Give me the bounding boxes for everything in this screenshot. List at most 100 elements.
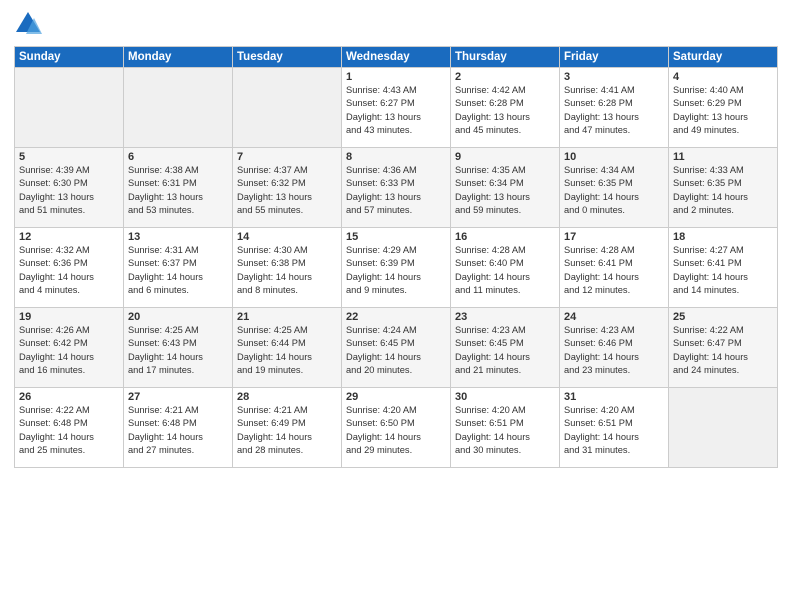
day-cell: 25Sunrise: 4:22 AM Sunset: 6:47 PM Dayli… xyxy=(669,308,778,388)
day-info: Sunrise: 4:22 AM Sunset: 6:47 PM Dayligh… xyxy=(673,324,773,378)
day-number: 23 xyxy=(455,311,555,323)
day-info: Sunrise: 4:23 AM Sunset: 6:46 PM Dayligh… xyxy=(564,324,664,378)
day-number: 26 xyxy=(19,391,119,403)
day-cell: 31Sunrise: 4:20 AM Sunset: 6:51 PM Dayli… xyxy=(560,388,669,468)
day-info: Sunrise: 4:33 AM Sunset: 6:35 PM Dayligh… xyxy=(673,164,773,218)
week-row-2: 5Sunrise: 4:39 AM Sunset: 6:30 PM Daylig… xyxy=(15,148,778,228)
day-info: Sunrise: 4:41 AM Sunset: 6:28 PM Dayligh… xyxy=(564,84,664,138)
day-cell: 13Sunrise: 4:31 AM Sunset: 6:37 PM Dayli… xyxy=(124,228,233,308)
day-number: 22 xyxy=(346,311,446,323)
calendar-header: SundayMondayTuesdayWednesdayThursdayFrid… xyxy=(15,47,778,68)
day-info: Sunrise: 4:39 AM Sunset: 6:30 PM Dayligh… xyxy=(19,164,119,218)
day-number: 21 xyxy=(237,311,337,323)
day-number: 2 xyxy=(455,71,555,83)
day-info: Sunrise: 4:20 AM Sunset: 6:51 PM Dayligh… xyxy=(564,404,664,458)
week-row-4: 19Sunrise: 4:26 AM Sunset: 6:42 PM Dayli… xyxy=(15,308,778,388)
day-cell: 18Sunrise: 4:27 AM Sunset: 6:41 PM Dayli… xyxy=(669,228,778,308)
day-cell: 21Sunrise: 4:25 AM Sunset: 6:44 PM Dayli… xyxy=(233,308,342,388)
page: SundayMondayTuesdayWednesdayThursdayFrid… xyxy=(0,0,792,612)
day-number: 8 xyxy=(346,151,446,163)
day-cell: 29Sunrise: 4:20 AM Sunset: 6:50 PM Dayli… xyxy=(342,388,451,468)
day-number: 25 xyxy=(673,311,773,323)
day-info: Sunrise: 4:21 AM Sunset: 6:48 PM Dayligh… xyxy=(128,404,228,458)
day-cell: 22Sunrise: 4:24 AM Sunset: 6:45 PM Dayli… xyxy=(342,308,451,388)
day-cell: 17Sunrise: 4:28 AM Sunset: 6:41 PM Dayli… xyxy=(560,228,669,308)
header-row: SundayMondayTuesdayWednesdayThursdayFrid… xyxy=(15,47,778,68)
day-cell: 23Sunrise: 4:23 AM Sunset: 6:45 PM Dayli… xyxy=(451,308,560,388)
day-info: Sunrise: 4:31 AM Sunset: 6:37 PM Dayligh… xyxy=(128,244,228,298)
day-cell: 7Sunrise: 4:37 AM Sunset: 6:32 PM Daylig… xyxy=(233,148,342,228)
day-info: Sunrise: 4:23 AM Sunset: 6:45 PM Dayligh… xyxy=(455,324,555,378)
header-cell-thursday: Thursday xyxy=(451,47,560,68)
day-number: 28 xyxy=(237,391,337,403)
day-info: Sunrise: 4:40 AM Sunset: 6:29 PM Dayligh… xyxy=(673,84,773,138)
day-cell: 6Sunrise: 4:38 AM Sunset: 6:31 PM Daylig… xyxy=(124,148,233,228)
logo xyxy=(14,10,46,38)
day-info: Sunrise: 4:21 AM Sunset: 6:49 PM Dayligh… xyxy=(237,404,337,458)
day-info: Sunrise: 4:28 AM Sunset: 6:40 PM Dayligh… xyxy=(455,244,555,298)
day-info: Sunrise: 4:43 AM Sunset: 6:27 PM Dayligh… xyxy=(346,84,446,138)
day-info: Sunrise: 4:34 AM Sunset: 6:35 PM Dayligh… xyxy=(564,164,664,218)
day-number: 11 xyxy=(673,151,773,163)
header-cell-wednesday: Wednesday xyxy=(342,47,451,68)
day-number: 5 xyxy=(19,151,119,163)
day-number: 30 xyxy=(455,391,555,403)
day-number: 19 xyxy=(19,311,119,323)
header-cell-sunday: Sunday xyxy=(15,47,124,68)
day-number: 12 xyxy=(19,231,119,243)
day-cell: 1Sunrise: 4:43 AM Sunset: 6:27 PM Daylig… xyxy=(342,68,451,148)
day-info: Sunrise: 4:42 AM Sunset: 6:28 PM Dayligh… xyxy=(455,84,555,138)
day-info: Sunrise: 4:29 AM Sunset: 6:39 PM Dayligh… xyxy=(346,244,446,298)
day-cell: 2Sunrise: 4:42 AM Sunset: 6:28 PM Daylig… xyxy=(451,68,560,148)
day-number: 9 xyxy=(455,151,555,163)
header-cell-friday: Friday xyxy=(560,47,669,68)
calendar-body: 1Sunrise: 4:43 AM Sunset: 6:27 PM Daylig… xyxy=(15,68,778,468)
day-info: Sunrise: 4:22 AM Sunset: 6:48 PM Dayligh… xyxy=(19,404,119,458)
day-cell: 12Sunrise: 4:32 AM Sunset: 6:36 PM Dayli… xyxy=(15,228,124,308)
day-number: 15 xyxy=(346,231,446,243)
day-info: Sunrise: 4:32 AM Sunset: 6:36 PM Dayligh… xyxy=(19,244,119,298)
day-cell: 24Sunrise: 4:23 AM Sunset: 6:46 PM Dayli… xyxy=(560,308,669,388)
day-number: 17 xyxy=(564,231,664,243)
day-cell: 8Sunrise: 4:36 AM Sunset: 6:33 PM Daylig… xyxy=(342,148,451,228)
day-number: 24 xyxy=(564,311,664,323)
day-cell: 10Sunrise: 4:34 AM Sunset: 6:35 PM Dayli… xyxy=(560,148,669,228)
day-info: Sunrise: 4:28 AM Sunset: 6:41 PM Dayligh… xyxy=(564,244,664,298)
day-info: Sunrise: 4:30 AM Sunset: 6:38 PM Dayligh… xyxy=(237,244,337,298)
day-cell xyxy=(15,68,124,148)
day-number: 14 xyxy=(237,231,337,243)
day-cell: 5Sunrise: 4:39 AM Sunset: 6:30 PM Daylig… xyxy=(15,148,124,228)
header-cell-monday: Monday xyxy=(124,47,233,68)
day-number: 6 xyxy=(128,151,228,163)
day-cell: 28Sunrise: 4:21 AM Sunset: 6:49 PM Dayli… xyxy=(233,388,342,468)
week-row-5: 26Sunrise: 4:22 AM Sunset: 6:48 PM Dayli… xyxy=(15,388,778,468)
header xyxy=(14,10,778,38)
day-info: Sunrise: 4:25 AM Sunset: 6:43 PM Dayligh… xyxy=(128,324,228,378)
day-info: Sunrise: 4:35 AM Sunset: 6:34 PM Dayligh… xyxy=(455,164,555,218)
day-cell xyxy=(669,388,778,468)
day-cell: 19Sunrise: 4:26 AM Sunset: 6:42 PM Dayli… xyxy=(15,308,124,388)
day-cell: 30Sunrise: 4:20 AM Sunset: 6:51 PM Dayli… xyxy=(451,388,560,468)
day-info: Sunrise: 4:26 AM Sunset: 6:42 PM Dayligh… xyxy=(19,324,119,378)
day-number: 4 xyxy=(673,71,773,83)
day-number: 20 xyxy=(128,311,228,323)
day-cell: 4Sunrise: 4:40 AM Sunset: 6:29 PM Daylig… xyxy=(669,68,778,148)
day-info: Sunrise: 4:20 AM Sunset: 6:51 PM Dayligh… xyxy=(455,404,555,458)
day-info: Sunrise: 4:37 AM Sunset: 6:32 PM Dayligh… xyxy=(237,164,337,218)
day-info: Sunrise: 4:20 AM Sunset: 6:50 PM Dayligh… xyxy=(346,404,446,458)
day-number: 27 xyxy=(128,391,228,403)
day-info: Sunrise: 4:27 AM Sunset: 6:41 PM Dayligh… xyxy=(673,244,773,298)
day-cell xyxy=(124,68,233,148)
day-number: 1 xyxy=(346,71,446,83)
week-row-1: 1Sunrise: 4:43 AM Sunset: 6:27 PM Daylig… xyxy=(15,68,778,148)
day-info: Sunrise: 4:24 AM Sunset: 6:45 PM Dayligh… xyxy=(346,324,446,378)
logo-icon xyxy=(14,10,42,38)
day-info: Sunrise: 4:25 AM Sunset: 6:44 PM Dayligh… xyxy=(237,324,337,378)
day-number: 31 xyxy=(564,391,664,403)
day-number: 29 xyxy=(346,391,446,403)
day-info: Sunrise: 4:36 AM Sunset: 6:33 PM Dayligh… xyxy=(346,164,446,218)
day-cell xyxy=(233,68,342,148)
day-cell: 11Sunrise: 4:33 AM Sunset: 6:35 PM Dayli… xyxy=(669,148,778,228)
calendar-table: SundayMondayTuesdayWednesdayThursdayFrid… xyxy=(14,46,778,468)
day-cell: 20Sunrise: 4:25 AM Sunset: 6:43 PM Dayli… xyxy=(124,308,233,388)
